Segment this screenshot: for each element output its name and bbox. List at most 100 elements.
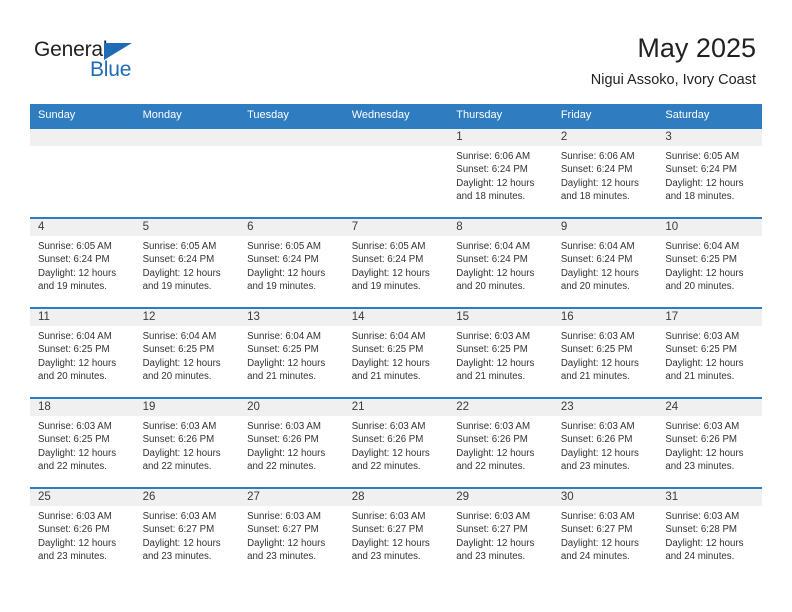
calendar-day-cell[interactable]: 5 Sunrise: 6:05 AM Sunset: 6:24 PM Daylight… [134,217,240,308]
daylight-text-line1: Daylight: 12 hours [560,447,639,459]
day-details: Sunrise: 6:03 AM Sunset: 6:26 PM Daylight:… [135,416,240,473]
calendar-day-cell[interactable]: 10 Sunrise: 6:04 AM Sunset: 6:25 PM Dayligh… [657,217,762,308]
sunset-text: Sunset: 6:26 PM [142,434,215,446]
sunrise-text: Sunrise: 6:03 AM [665,511,740,522]
day-details: Sunrise: 6:03 AM Sunset: 6:26 PM Daylight:… [553,416,658,473]
calendar-day-cell[interactable]: 18 Sunrise: 6:03 AM Sunset: 6:25 PM Dayligh… [30,397,135,488]
sunrise-text: Sunrise: 6:04 AM [456,241,531,252]
day-cell: 5 Sunrise: 6:05 AM Sunset: 6:24 PM Daylight… [134,219,240,307]
calendar-day-cell[interactable]: 19 Sunrise: 6:03 AM Sunset: 6:26 PM Dayligh… [134,397,240,488]
weekday-header-thursday: Thursday [448,104,553,128]
day-number: 10 [657,219,762,236]
daylight-text-line2: and 20 minutes. [560,280,630,292]
calendar-day-cell[interactable]: 3 Sunrise: 6:05 AM Sunset: 6:24 PM Daylight… [657,127,762,218]
calendar-day-cell[interactable]: 1 Sunrise: 6:06 AM Sunset: 6:24 PM Daylight… [448,127,553,218]
daylight-text-line1: Daylight: 12 hours [142,447,221,459]
daylight-text-line1: Daylight: 12 hours [38,267,117,279]
calendar-day-cell[interactable]: 20 Sunrise: 6:03 AM Sunset: 6:26 PM Dayligh… [239,397,344,488]
calendar-day-cell[interactable]: 16 Sunrise: 6:03 AM Sunset: 6:25 PM Dayligh… [552,307,658,398]
calendar-day-cell[interactable] [134,127,240,218]
calendar-day-cell[interactable]: 4 Sunrise: 6:05 AM Sunset: 6:24 PM Daylight… [30,217,135,308]
daylight-text-line1: Daylight: 12 hours [247,537,326,549]
daylight-text-line2: and 19 minutes. [38,280,107,292]
daylight-text-line1: Daylight: 12 hours [351,357,430,369]
calendar-day-cell[interactable]: 24 Sunrise: 6:03 AM Sunset: 6:26 PM Dayligh… [657,397,762,488]
day-details: Sunrise: 6:03 AM Sunset: 6:27 PM Daylight:… [448,506,553,563]
calendar-grid: Sunday Monday Tuesday Wednesday Thursday… [30,104,762,577]
sunrise-text: Sunrise: 6:04 AM [247,331,321,342]
calendar-day-cell[interactable]: 22 Sunrise: 6:03 AM Sunset: 6:26 PM Dayligh… [448,397,553,488]
calendar-day-cell[interactable]: 26 Sunrise: 6:03 AM Sunset: 6:27 PM Dayligh… [134,487,240,577]
sunrise-text: Sunrise: 6:06 AM [560,151,635,162]
sunrise-text: Sunrise: 6:03 AM [665,331,740,342]
day-number: 23 [552,399,658,416]
calendar-week-row: 18 Sunrise: 6:03 AM Sunset: 6:25 PM Dayligh… [30,397,762,488]
sunset-text: Sunset: 6:26 PM [456,434,528,446]
weekday-header-saturday: Saturday [657,104,762,128]
calendar-day-cell[interactable] [30,127,135,218]
sunrise-text: Sunrise: 6:05 AM [351,241,426,252]
calendar-day-cell[interactable]: 12 Sunrise: 6:04 AM Sunset: 6:25 PM Dayligh… [134,307,240,398]
day-number [134,129,240,146]
day-cell: 28 Sunrise: 6:03 AM Sunset: 6:27 PM Dayligh… [343,489,449,577]
calendar-day-cell[interactable]: 30 Sunrise: 6:03 AM Sunset: 6:27 PM Dayligh… [552,487,658,577]
daylight-text-line1: Daylight: 12 hours [142,537,221,549]
sunset-text: Sunset: 6:27 PM [142,524,215,536]
general-blue-logo[interactable]: General Blue [34,38,164,84]
day-cell: 20 Sunrise: 6:03 AM Sunset: 6:26 PM Dayligh… [239,399,344,487]
calendar-day-cell[interactable]: 14 Sunrise: 6:04 AM Sunset: 6:25 PM Dayligh… [343,307,449,398]
day-cell: 21 Sunrise: 6:03 AM Sunset: 6:26 PM Dayligh… [343,399,449,487]
day-details: Sunrise: 6:05 AM Sunset: 6:24 PM Daylight:… [239,236,344,293]
calendar-day-cell[interactable] [239,127,344,218]
sunrise-text: Sunrise: 6:03 AM [665,421,740,432]
calendar-day-cell[interactable]: 2 Sunrise: 6:06 AM Sunset: 6:24 PM Daylight… [552,127,658,218]
sunrise-text: Sunrise: 6:03 AM [560,511,635,522]
day-details [30,146,135,150]
daylight-text-line2: and 19 minutes. [247,280,317,292]
calendar-day-cell[interactable]: 9 Sunrise: 6:04 AM Sunset: 6:24 PM Daylight… [552,217,658,308]
daylight-text-line2: and 24 minutes. [665,550,735,562]
calendar-day-cell[interactable]: 17 Sunrise: 6:03 AM Sunset: 6:25 PM Dayligh… [657,307,762,398]
calendar-day-cell[interactable]: 15 Sunrise: 6:03 AM Sunset: 6:25 PM Dayligh… [448,307,553,398]
calendar-day-cell[interactable]: 31 Sunrise: 6:03 AM Sunset: 6:28 PM Dayligh… [657,487,762,577]
daylight-text-line2: and 21 minutes. [665,370,735,382]
day-details: Sunrise: 6:03 AM Sunset: 6:25 PM Daylight:… [448,326,553,383]
day-details: Sunrise: 6:03 AM Sunset: 6:26 PM Daylight:… [448,416,553,473]
calendar-day-cell[interactable]: 25 Sunrise: 6:03 AM Sunset: 6:26 PM Dayligh… [30,487,135,577]
day-number: 16 [552,309,658,326]
daylight-text-line2: and 19 minutes. [351,280,421,292]
calendar-day-cell[interactable] [343,127,449,218]
day-details: Sunrise: 6:04 AM Sunset: 6:25 PM Daylight:… [344,326,449,383]
daylight-text-line2: and 21 minutes. [351,370,421,382]
calendar-day-cell[interactable]: 29 Sunrise: 6:03 AM Sunset: 6:27 PM Dayligh… [448,487,553,577]
daylight-text-line1: Daylight: 12 hours [665,447,744,459]
calendar-day-cell[interactable]: 27 Sunrise: 6:03 AM Sunset: 6:27 PM Dayligh… [239,487,344,577]
daylight-text-line1: Daylight: 12 hours [560,357,639,369]
sunrise-text: Sunrise: 6:03 AM [560,331,635,342]
calendar-day-cell[interactable]: 28 Sunrise: 6:03 AM Sunset: 6:27 PM Dayligh… [343,487,449,577]
calendar-week-row: 11 Sunrise: 6:04 AM Sunset: 6:25 PM Dayligh… [30,307,762,398]
calendar-day-cell[interactable]: 6 Sunrise: 6:05 AM Sunset: 6:24 PM Daylight… [239,217,344,308]
calendar-day-cell[interactable]: 21 Sunrise: 6:03 AM Sunset: 6:26 PM Dayligh… [343,397,449,488]
day-details: Sunrise: 6:05 AM Sunset: 6:24 PM Daylight:… [30,236,135,293]
daylight-text-line2: and 18 minutes. [456,190,526,202]
calendar-day-cell[interactable]: 8 Sunrise: 6:04 AM Sunset: 6:24 PM Daylight… [448,217,553,308]
sunrise-text: Sunrise: 6:06 AM [456,151,531,162]
day-cell: 7 Sunrise: 6:05 AM Sunset: 6:24 PM Daylight… [343,219,449,307]
daylight-text-line2: and 23 minutes. [351,550,421,562]
day-details: Sunrise: 6:03 AM Sunset: 6:27 PM Daylight:… [135,506,240,563]
day-number: 31 [657,489,762,506]
title-block: May 2025 Nigui Assoko, Ivory Coast [591,32,756,90]
sunset-text: Sunset: 6:25 PM [142,344,215,356]
calendar-day-cell[interactable]: 23 Sunrise: 6:03 AM Sunset: 6:26 PM Dayligh… [552,397,658,488]
day-cell: 17 Sunrise: 6:03 AM Sunset: 6:25 PM Dayligh… [657,309,762,397]
sunset-text: Sunset: 6:25 PM [351,344,424,356]
day-cell: 11 Sunrise: 6:04 AM Sunset: 6:25 PM Dayligh… [30,309,135,397]
calendar-day-cell[interactable]: 13 Sunrise: 6:04 AM Sunset: 6:25 PM Dayligh… [239,307,344,398]
calendar-day-cell[interactable]: 11 Sunrise: 6:04 AM Sunset: 6:25 PM Dayligh… [30,307,135,398]
day-cell: 30 Sunrise: 6:03 AM Sunset: 6:27 PM Dayligh… [552,489,658,577]
day-details: Sunrise: 6:03 AM Sunset: 6:25 PM Daylight:… [553,326,658,383]
calendar-day-cell[interactable]: 7 Sunrise: 6:05 AM Sunset: 6:24 PM Daylight… [343,217,449,308]
daylight-text-line2: and 21 minutes. [247,370,317,382]
daylight-text-line1: Daylight: 12 hours [456,537,535,549]
